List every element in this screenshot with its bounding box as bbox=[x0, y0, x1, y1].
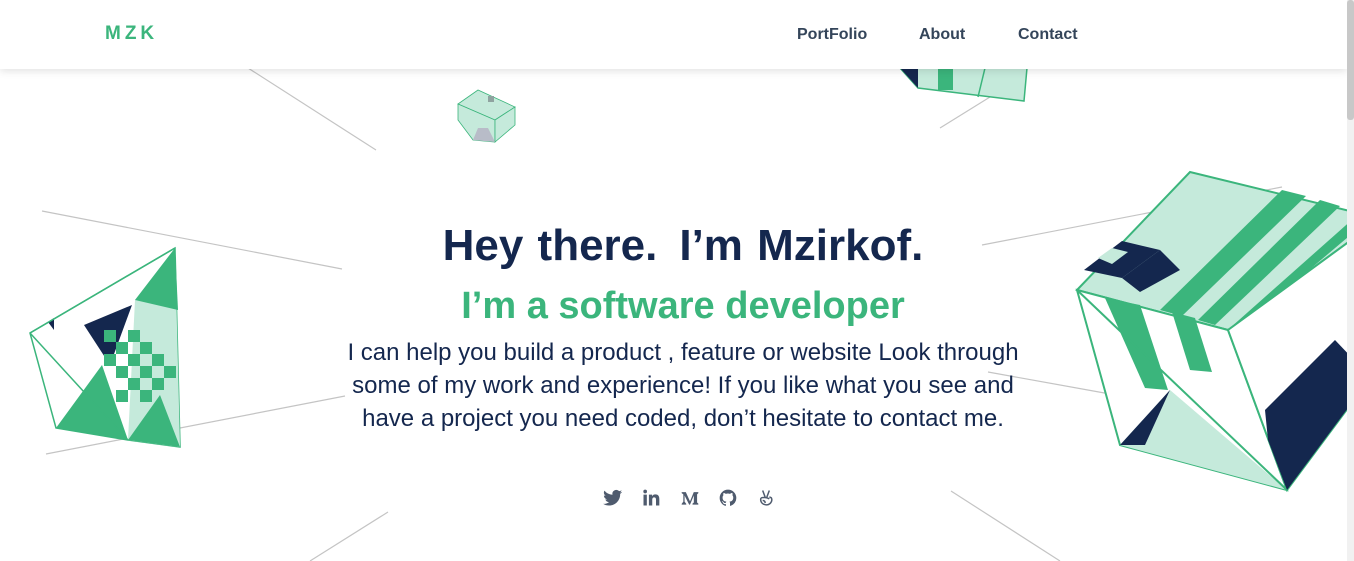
twitter-icon[interactable] bbox=[602, 487, 624, 509]
nav-link-about[interactable]: About bbox=[919, 26, 965, 44]
medium-glyph bbox=[681, 492, 699, 505]
nav-link-portfolio[interactable]: PortFolio bbox=[797, 26, 867, 44]
hero-greeting: Hey there. bbox=[442, 221, 658, 270]
linkedin-icon[interactable] bbox=[640, 487, 662, 509]
hero-description: I can help you build a product , feature… bbox=[347, 339, 1019, 432]
angellist-glyph bbox=[759, 490, 773, 506]
linkedin-glyph bbox=[643, 489, 660, 506]
site-logo[interactable]: MZK bbox=[105, 23, 158, 45]
twitter-glyph bbox=[603, 489, 623, 506]
navbar: MZK PortFolio About Contact bbox=[0, 0, 1347, 69]
hero-section: Hey there. I’m Mzirkof. I’m a software de… bbox=[0, 0, 1354, 561]
github-icon[interactable] bbox=[717, 487, 739, 509]
medium-icon[interactable] bbox=[679, 487, 701, 509]
hero-title: Hey there. I’m Mzirkof. bbox=[0, 218, 1354, 274]
hero-role: I’m a software developer bbox=[461, 285, 905, 327]
nav-link-contact[interactable]: Contact bbox=[1018, 26, 1078, 44]
github-glyph bbox=[719, 489, 737, 506]
angellist-icon[interactable] bbox=[755, 487, 777, 509]
hero-intro: I’m Mzirkof. bbox=[679, 221, 924, 270]
scrollbar-thumb[interactable] bbox=[1347, 0, 1354, 120]
